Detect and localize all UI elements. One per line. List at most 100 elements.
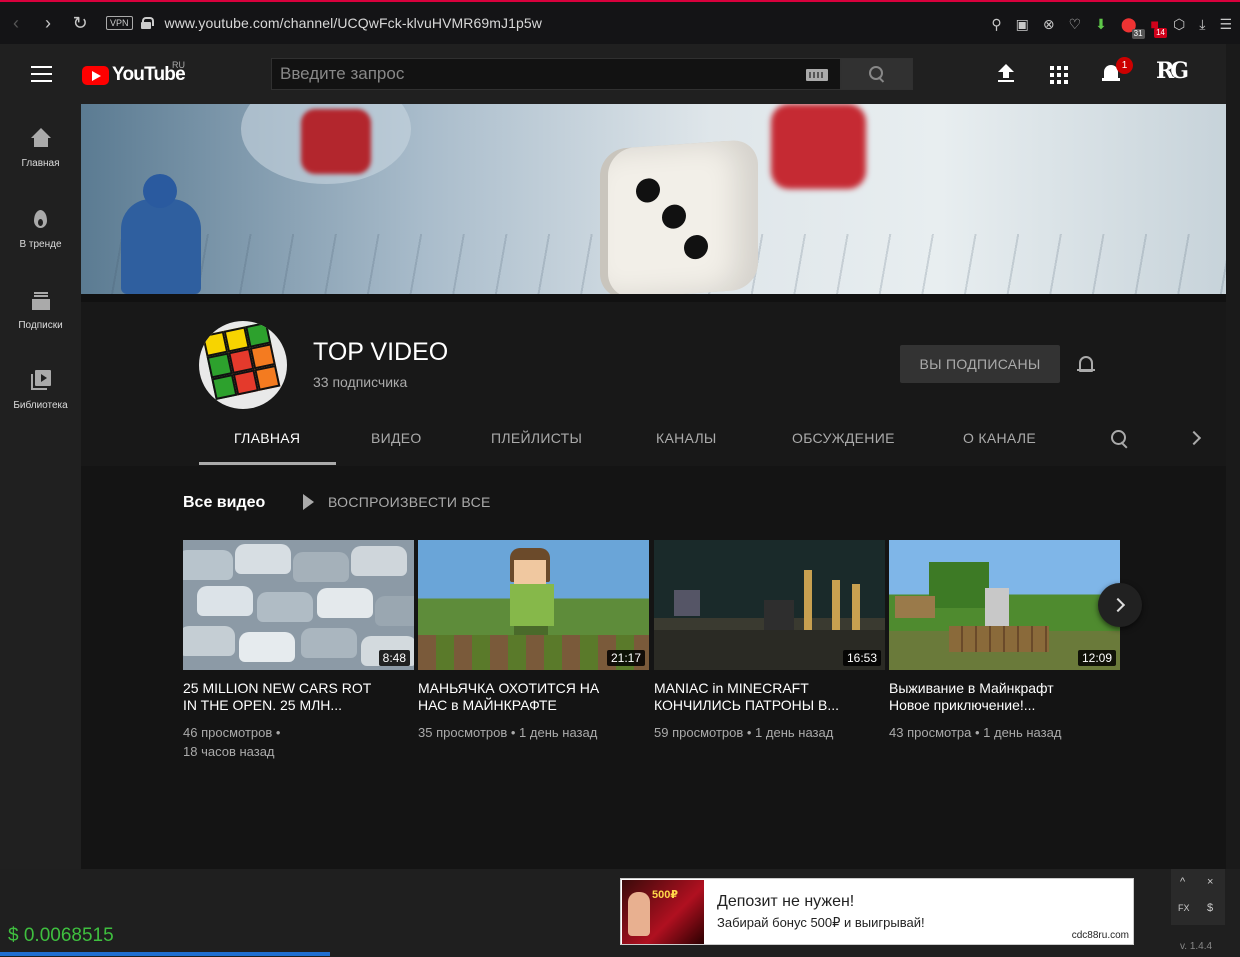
channel-content: Все видео ВОСПРОИЗВЕСТИ ВСЕ 8:48 25 MILL… <box>81 466 1226 869</box>
video-card[interactable]: 8:48 25 MILLION NEW CARS ROT IN THE OPEN… <box>183 540 414 761</box>
banner-white-die <box>608 138 758 294</box>
video-title-line: КОНЧИЛИСЬ ПАТРОНЫ В... <box>654 697 840 713</box>
ad-banner[interactable]: 500₽ Депозит не нужен! Забирай бонус 500… <box>620 878 1134 945</box>
crypto-balance: $ 0.0068515 <box>8 925 114 946</box>
reload-icon[interactable]: ↻ <box>64 1 96 45</box>
ad-domain: cdc88ru.com <box>1071 930 1129 941</box>
video-title-line: Выживание в Майнкрафт <box>889 680 1054 696</box>
address-bar[interactable]: www.youtube.com/channel/UCQwFck-klvuHVMR… <box>165 15 542 31</box>
menu-icon[interactable]: ☰ <box>1219 16 1232 33</box>
block-icon[interactable]: ⊗ <box>1043 16 1055 33</box>
apps-grid-icon[interactable] <box>1050 66 1068 84</box>
collapse-icon[interactable]: ^ <box>1180 876 1185 888</box>
downloads-icon[interactable]: ⤓ <box>1199 16 1205 33</box>
subscriptions-icon <box>29 290 53 312</box>
video-title-line: IN THE OPEN. 25 МЛН... <box>183 697 343 713</box>
video-title[interactable]: 25 MILLION NEW CARS ROT IN THE OPEN. 25 … <box>183 680 414 714</box>
page-scrollbar[interactable] <box>1226 44 1240 869</box>
tab-channels[interactable]: КАНАЛЫ <box>656 430 717 446</box>
sidebar-item-label: Главная <box>21 158 60 169</box>
extension-red-icon[interactable]: ■ 14 <box>1151 16 1167 38</box>
video-title[interactable]: MANIAC in MINECRAFT КОНЧИЛИСЬ ПАТРОНЫ В.… <box>654 680 885 714</box>
video-title[interactable]: МАНЬЯЧКА ОХОТИТСЯ НА НАС в МАЙНКРАФТЕ <box>418 680 649 714</box>
play-all-label: ВОСПРОИЗВЕСТИ ВСЕ <box>328 494 491 510</box>
sidebar-item-subscriptions[interactable]: Подписки <box>0 290 81 331</box>
sidebar-item-label: Библиотека <box>13 400 68 411</box>
keyboard-icon[interactable] <box>806 69 828 81</box>
search-bar: Введите запрос <box>271 58 913 90</box>
bottom-overlay-bar: $ 0.0068515 500₽ Депозит не нужен! Забир… <box>0 869 1240 957</box>
video-meta: 59 просмотров • 1 день назад <box>654 723 885 742</box>
video-duration: 16:53 <box>842 650 881 666</box>
channel-banner <box>81 104 1226 294</box>
video-thumbnail[interactable]: 8:48 <box>183 540 414 670</box>
shelf-next-arrow-icon[interactable] <box>1098 583 1142 627</box>
screen: ‹ › ↻ VPN www.youtube.com/channel/UCQwFc… <box>0 0 1240 957</box>
banner-red-die <box>301 109 371 174</box>
tab-playlists[interactable]: ПЛЕЙЛИСТЫ <box>491 430 582 446</box>
forward-icon[interactable]: › <box>32 1 64 45</box>
tab-about[interactable]: О КАНАЛЕ <box>963 430 1036 446</box>
rubiks-cube-icon <box>202 321 287 408</box>
fx-button[interactable]: FX <box>1178 903 1190 913</box>
dollar-button[interactable]: $ <box>1207 902 1213 914</box>
close-icon[interactable]: × <box>1207 876 1213 888</box>
channel-subscriber-count: 33 подписчика <box>313 374 408 390</box>
video-title[interactable]: Выживание в Майнкрафт Новое приключение!… <box>889 680 1120 714</box>
cube-icon[interactable]: ⬡ <box>1173 16 1185 33</box>
sidebar-item-label: В тренде <box>19 239 62 250</box>
upload-icon-base <box>998 80 1014 82</box>
video-title-line: НАС в МАЙНКРАФТЕ <box>418 697 557 713</box>
video-thumbnail[interactable]: 12:09 <box>889 540 1120 670</box>
ad-title[interactable]: Депозит не нужен! <box>717 893 854 911</box>
sidebar-item-trending[interactable]: В тренде <box>0 209 81 250</box>
tabs-next-chevron-icon[interactable] <box>1186 430 1202 446</box>
vpn-badge[interactable]: VPN <box>106 16 133 30</box>
download-arrow-icon[interactable]: ⬇ <box>1095 16 1107 33</box>
sidebar-item-library[interactable]: Библиотека <box>0 370 81 411</box>
crypto-progress-line <box>0 952 330 956</box>
video-card[interactable]: 21:17 МАНЬЯЧКА ОХОТИТСЯ НА НАС в МАЙНКРА… <box>418 540 649 742</box>
search-input[interactable]: Введите запрос <box>271 58 841 90</box>
lock-icon <box>140 17 154 29</box>
region-label: RU <box>172 60 185 70</box>
mini-sidebar: Главная В тренде Подписки Библиотека <box>0 104 81 869</box>
search-button[interactable] <box>841 58 913 90</box>
tab-home[interactable]: ГЛАВНАЯ <box>234 430 300 446</box>
youtube-header: YouTube RU Введите запрос 1 RG <box>0 44 1240 104</box>
subscribed-button[interactable]: ВЫ ПОДПИСАНЫ <box>900 345 1060 383</box>
youtube-logo[interactable]: YouTube RU <box>82 60 186 86</box>
search-placeholder: Введите запрос <box>280 64 405 83</box>
version-label: v. 1.4.4 <box>1180 941 1213 952</box>
video-age: 18 часов назад <box>183 744 275 759</box>
back-icon[interactable]: ‹ <box>0 1 32 45</box>
adblock-icon[interactable]: ⬤ 31 <box>1121 16 1145 39</box>
video-thumbnail[interactable]: 16:53 <box>654 540 885 670</box>
video-card[interactable]: 12:09 Выживание в Майнкрафт Новое приклю… <box>889 540 1120 742</box>
video-title-line: 25 MILLION NEW CARS ROT <box>183 680 372 696</box>
tab-videos[interactable]: ВИДЕО <box>371 430 422 446</box>
channel-title: TOP VIDEO <box>313 338 449 366</box>
hamburger-menu-icon[interactable] <box>31 66 52 82</box>
banner-red-die <box>771 104 866 189</box>
channel-notifications-bell-icon[interactable] <box>1077 354 1095 376</box>
play-icon <box>303 494 314 510</box>
video-views: 43 просмотра • 1 день назад <box>889 725 1062 740</box>
video-thumbnail[interactable]: 21:17 <box>418 540 649 670</box>
zoom-icon[interactable]: ⚲ <box>991 16 1001 33</box>
channel-search-icon[interactable] <box>1111 430 1129 448</box>
channel-avatar[interactable] <box>199 321 287 409</box>
extension-red-count: 14 <box>1154 28 1167 38</box>
tab-discussion[interactable]: ОБСУЖДЕНИЕ <box>792 430 895 446</box>
banner-blue-meeple <box>121 174 201 294</box>
sidebar-item-home[interactable]: Главная <box>0 128 81 169</box>
play-all-button[interactable]: ВОСПРОИЗВЕСТИ ВСЕ <box>303 494 491 510</box>
heart-icon[interactable]: ♡ <box>1069 16 1082 33</box>
camera-icon[interactable]: ▣ <box>1016 16 1029 33</box>
section-title[interactable]: Все видео <box>183 494 265 512</box>
ad-image-label: 500₽ <box>652 889 679 901</box>
video-card[interactable]: 16:53 MANIAC in MINECRAFT КОНЧИЛИСЬ ПАТР… <box>654 540 885 742</box>
channel-tabs: ГЛАВНАЯ ВИДЕО ПЛЕЙЛИСТЫ КАНАЛЫ ОБСУЖДЕНИ… <box>199 420 1219 466</box>
ad-image[interactable]: 500₽ <box>622 880 704 944</box>
account-avatar[interactable]: RG <box>1156 58 1194 92</box>
